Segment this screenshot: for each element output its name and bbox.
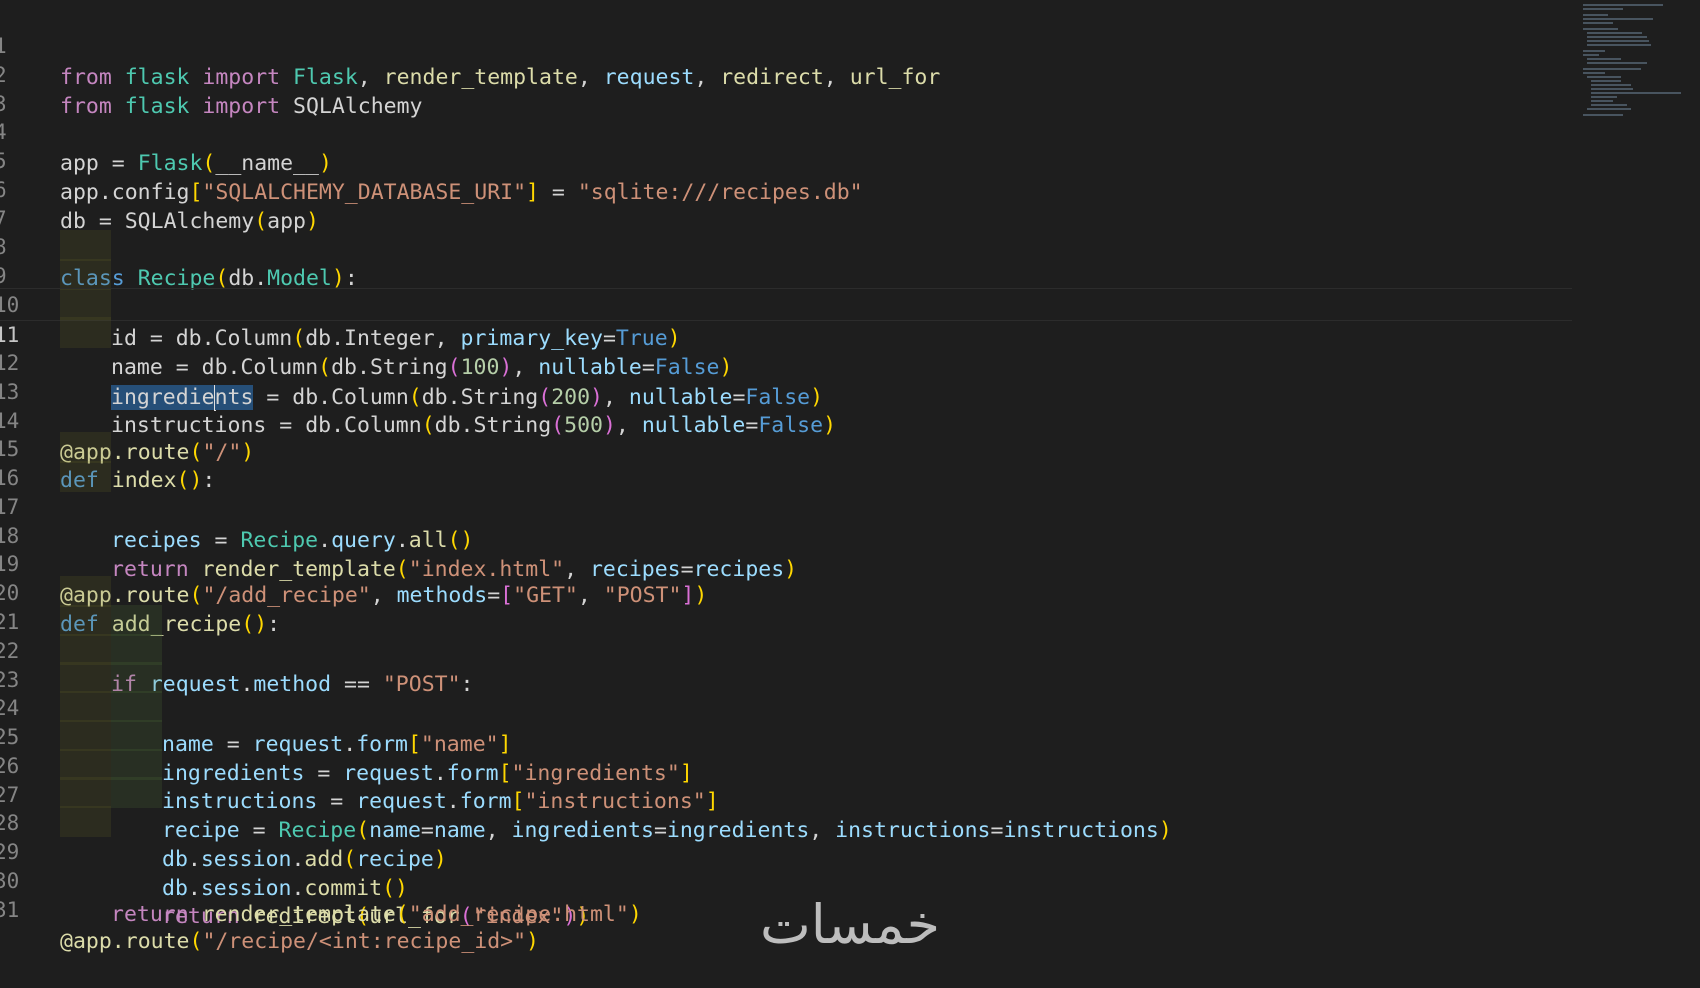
code-line[interactable]: 1 from flask import Flask, render_templa… [0,0,1572,90]
code-text: @app.route("/recipe/<int:recipe_id>") [60,929,539,954]
code-line[interactable]: 21 if request.method == "POST": [0,576,1572,697]
minimap[interactable] [1575,0,1700,970]
indent-guide [111,749,162,780]
indent-guide [111,634,162,665]
code-line[interactable]: 12 instructions = db.Column(db.String(50… [0,317,1572,438]
indent-guide [60,230,111,261]
indent-guide [60,432,111,463]
code-area[interactable]: 1 from flask import Flask, render_templa… [0,0,1572,970]
indent-guide [111,605,162,636]
indent-guide [60,317,111,348]
code-line[interactable]: 6 db = SQLAlchemy(app) [0,144,1572,234]
code-line[interactable]: 26 db.session.add(recipe) [0,720,1572,872]
indent-guide [111,720,162,751]
code-line[interactable]: 27 db.session.commit() [0,749,1572,901]
code-line[interactable]: 19 @app.route("/add_recipe", methods=["G… [0,518,1572,608]
line-number: 31 [0,898,20,922]
code-line[interactable]: 22 name = request.form["name"] [0,605,1572,757]
code-line[interactable]: 29 return render_template("add_recipe.ht… [0,806,1572,927]
indent-guide [111,777,162,808]
indent-guide [60,749,111,780]
code-line[interactable]: 18 [0,490,1572,548]
code-line[interactable]: 14 @app.route("/") [0,375,1572,465]
indent-guide [111,691,162,722]
code-line[interactable]: 2 from flask import SQLAlchemy [0,29,1572,119]
code-line[interactable]: 7 [0,173,1572,231]
code-line[interactable]: 25 recipe = Recipe(name=name, ingredient… [0,691,1572,843]
code-editor[interactable]: 1 from flask import Flask, render_templa… [0,0,1700,970]
watermark-logo: خمسات [759,893,941,956]
code-line[interactable]: 4 app = Flask(__name__) [0,86,1572,176]
code-line[interactable]: 10 name = db.Column(db.String(100), null… [0,259,1572,380]
code-line[interactable]: 16 recipes = Recipe.query.all() [0,432,1572,553]
indent-guide [60,777,111,808]
indent-guide [60,806,111,837]
indent-guide [60,720,111,751]
code-line[interactable]: 28 return redirect(url_for("index")) [0,777,1572,929]
indent-guide [60,461,111,492]
indent-guide [60,691,111,722]
code-line[interactable]: 20 def add_recipe(): [0,547,1572,637]
indent-guide [60,576,111,607]
indent-guide [60,259,111,290]
indent-guide [111,662,162,693]
indent-guide [60,662,111,693]
code-line[interactable]: 24 instructions = request.form["instruct… [0,662,1572,814]
code-line[interactable]: 5 app.config["SQLALCHEMY_DATABASE_URI"] … [0,115,1572,205]
code-line[interactable]: 15 def index(): [0,403,1572,493]
code-line[interactable]: 9 id = db.Column(db.Integer, primary_key… [0,230,1572,351]
code-line[interactable]: 17 return render_template("index.html", … [0,461,1572,582]
code-line[interactable]: 23 ingredients = request.form["ingredien… [0,634,1572,786]
indent-guide [60,289,111,320]
code-line[interactable]: 13 [0,346,1572,404]
code-line[interactable]: 8 class Recipe(db.Model): [0,201,1572,291]
code-line[interactable]: 3 [0,58,1572,116]
indent-guide [60,605,111,636]
indent-guide [60,634,111,665]
code-line[interactable]: 30 [0,835,1572,893]
